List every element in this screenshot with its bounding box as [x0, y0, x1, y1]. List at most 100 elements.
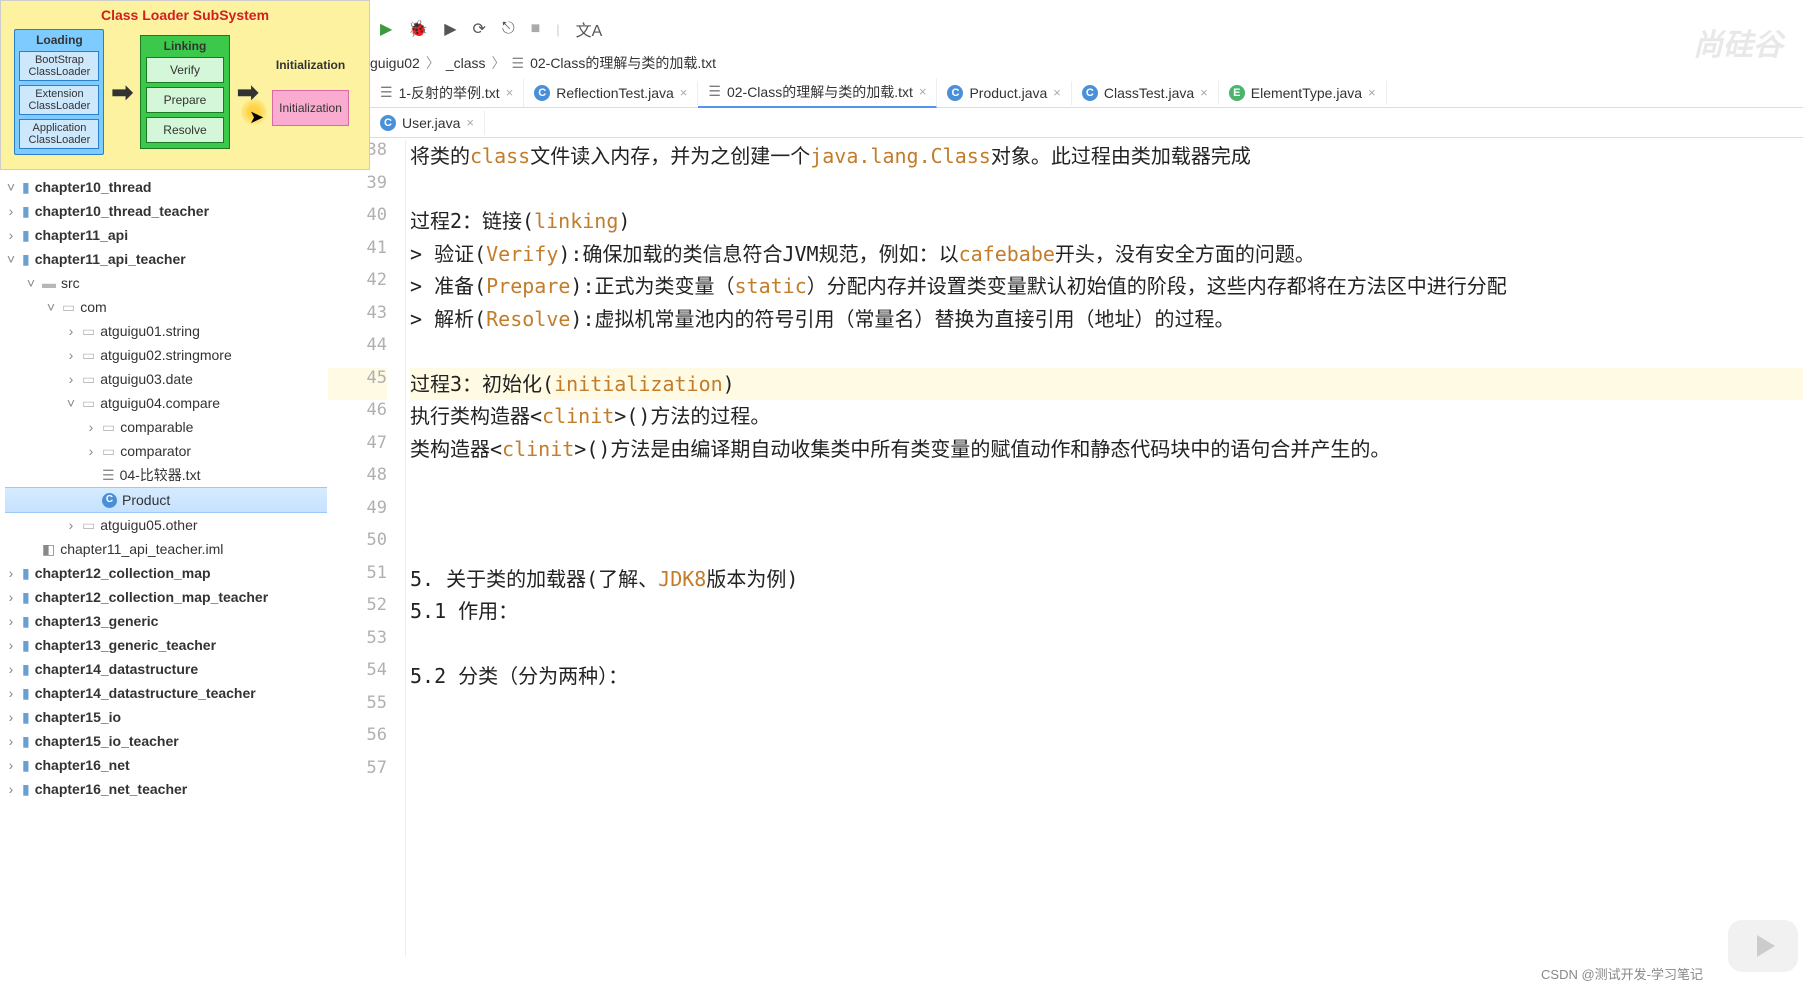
tree-row[interactable]: › ▮ chapter16_net_teacher: [5, 777, 327, 801]
tree-row[interactable]: › ▮ chapter14_datastructure: [5, 657, 327, 681]
stop-button[interactable]: ■: [531, 20, 541, 38]
tree-expand-icon[interactable]: ›: [65, 319, 77, 343]
tree-row[interactable]: › ▭ atguigu05.other: [5, 513, 327, 537]
tree-row[interactable]: › ▭ atguigu01.string: [5, 319, 327, 343]
tree-row[interactable]: › ▮ chapter11_api: [5, 223, 327, 247]
translate-button[interactable]: 文A: [576, 17, 603, 41]
credit-text: CSDN @测试开发-学习笔记: [1541, 964, 1703, 983]
tree-expand-icon[interactable]: ›: [5, 585, 17, 609]
tree-row[interactable]: ˅ ▬ src: [5, 271, 327, 295]
close-icon[interactable]: ×: [1053, 85, 1061, 100]
editor-content[interactable]: 将类的class文件读入内存，并为之创建一个java.lang.Class对象。…: [410, 140, 1803, 957]
code-line: [410, 758, 1803, 791]
line-number: 51: [328, 563, 387, 596]
editor-gutter: 3839404142434445464748495051525354555657: [328, 140, 406, 957]
tree-label: chapter13_generic_teacher: [35, 633, 216, 657]
tree-expand-icon[interactable]: ›: [85, 439, 97, 463]
editor-tab[interactable]: C User.java ×: [370, 111, 485, 135]
line-number: 55: [328, 693, 387, 726]
tree-expand-icon[interactable]: ˅: [5, 247, 17, 271]
tree-row[interactable]: › ▮ chapter13_generic: [5, 609, 327, 633]
close-icon[interactable]: ×: [1368, 85, 1376, 100]
tree-row[interactable]: › ▮ chapter14_datastructure_teacher: [5, 681, 327, 705]
tree-label: atguigu02.stringmore: [100, 343, 232, 367]
package-icon: ▭: [102, 439, 115, 463]
tree-expand-icon[interactable]: ˅: [5, 175, 17, 199]
breadcrumb-item[interactable]: 02-Class的理解与类的加载.txt: [530, 53, 716, 73]
tree-row[interactable]: › ▮ chapter10_thread_teacher: [5, 199, 327, 223]
tree-row[interactable]: ◧ chapter11_api_teacher.iml: [5, 537, 327, 561]
tree-row[interactable]: › ▭ comparator: [5, 439, 327, 463]
tree-row[interactable]: ˅ ▭ com: [5, 295, 327, 319]
run-coverage-button[interactable]: ▶: [444, 19, 456, 39]
tree-expand-icon[interactable]: ›: [5, 633, 17, 657]
close-icon[interactable]: ×: [919, 84, 927, 99]
diagram-title: Class Loader SubSystem: [11, 7, 359, 23]
tree-row[interactable]: ˅ ▭ atguigu04.compare: [5, 391, 327, 415]
module-icon: ▮: [22, 199, 30, 223]
tree-row[interactable]: › ▭ comparable: [5, 415, 327, 439]
line-number: 54: [328, 660, 387, 693]
close-icon[interactable]: ×: [680, 85, 688, 100]
run-button[interactable]: ▶: [380, 19, 392, 39]
tree-label: atguigu04.compare: [100, 391, 220, 415]
package-icon: ▭: [82, 319, 95, 343]
module-icon: ▮: [22, 777, 30, 801]
code-line: [410, 628, 1803, 661]
tree-expand-icon[interactable]: ›: [5, 223, 17, 247]
close-icon[interactable]: ×: [1200, 85, 1208, 100]
text-file-icon: ☰: [512, 55, 525, 72]
tree-expand-icon[interactable]: ˅: [25, 271, 37, 295]
tree-row[interactable]: › ▮ chapter12_collection_map: [5, 561, 327, 585]
tree-expand-icon[interactable]: ˅: [45, 295, 57, 319]
tree-row[interactable]: ˅ ▮ chapter10_thread: [5, 175, 327, 199]
tree-row[interactable]: › ▭ atguigu02.stringmore: [5, 343, 327, 367]
tree-row[interactable]: ˅ ▮ chapter11_api_teacher: [5, 247, 327, 271]
tree-expand-icon[interactable]: ›: [65, 367, 77, 391]
tree-label: atguigu01.string: [100, 319, 200, 343]
tree-expand-icon[interactable]: ›: [85, 415, 97, 439]
module-icon: ▮: [22, 223, 30, 247]
tree-label: atguigu05.other: [100, 513, 197, 537]
tree-expand-icon[interactable]: ›: [5, 777, 17, 801]
tree-row[interactable]: › ▭ atguigu03.date: [5, 367, 327, 391]
editor-tab[interactable]: C ReflectionTest.java ×: [524, 81, 698, 105]
editor-tab[interactable]: C Product.java ×: [937, 81, 1071, 105]
tree-expand-icon[interactable]: ›: [5, 753, 17, 777]
module-icon: ▮: [22, 633, 30, 657]
tree-expand-icon[interactable]: ›: [65, 343, 77, 367]
project-tree[interactable]: ˅ ▮ chapter10_thread › ▮ chapter10_threa…: [5, 175, 327, 987]
module-icon: ▮: [22, 585, 30, 609]
debug-button[interactable]: 🐞: [408, 19, 428, 39]
tree-row[interactable]: C Product: [5, 487, 327, 513]
tree-expand-icon[interactable]: ›: [5, 609, 17, 633]
tree-expand-icon[interactable]: ›: [5, 561, 17, 585]
application-classloader-box: Application ClassLoader: [19, 119, 99, 149]
extension-classloader-box: Extension ClassLoader: [19, 85, 99, 115]
attach-button[interactable]: ⎋: [502, 20, 515, 38]
tree-row[interactable]: › ▮ chapter15_io_teacher: [5, 729, 327, 753]
breadcrumb-item[interactable]: _class: [446, 55, 486, 71]
profile-button[interactable]: ⟳: [473, 19, 486, 39]
editor-tab[interactable]: ☰ 1-反射的举例.txt ×: [370, 79, 524, 107]
tree-expand-icon[interactable]: ›: [5, 199, 17, 223]
text-file-icon: ☰: [708, 83, 721, 100]
breadcrumb-item[interactable]: guigu02: [370, 55, 420, 71]
tree-expand-icon[interactable]: ›: [5, 705, 17, 729]
tree-expand-icon[interactable]: ›: [5, 729, 17, 753]
tree-row[interactable]: › ▮ chapter15_io: [5, 705, 327, 729]
tree-expand-icon[interactable]: ›: [65, 513, 77, 537]
editor-tab[interactable]: E ElementType.java ×: [1219, 81, 1387, 105]
tab-label: 1-反射的举例.txt: [399, 83, 500, 103]
tree-row[interactable]: ☰ 04-比较器.txt: [5, 463, 327, 487]
editor-tab[interactable]: ☰ 02-Class的理解与类的加载.txt ×: [698, 78, 937, 108]
tree-expand-icon[interactable]: ›: [5, 681, 17, 705]
tree-row[interactable]: › ▮ chapter13_generic_teacher: [5, 633, 327, 657]
editor-tab[interactable]: C ClassTest.java ×: [1072, 81, 1219, 105]
close-icon[interactable]: ×: [466, 115, 474, 130]
close-icon[interactable]: ×: [506, 85, 514, 100]
tree-expand-icon[interactable]: ›: [5, 657, 17, 681]
tree-row[interactable]: › ▮ chapter12_collection_map_teacher: [5, 585, 327, 609]
tree-row[interactable]: › ▮ chapter16_net: [5, 753, 327, 777]
tree-expand-icon[interactable]: ˅: [65, 391, 77, 415]
